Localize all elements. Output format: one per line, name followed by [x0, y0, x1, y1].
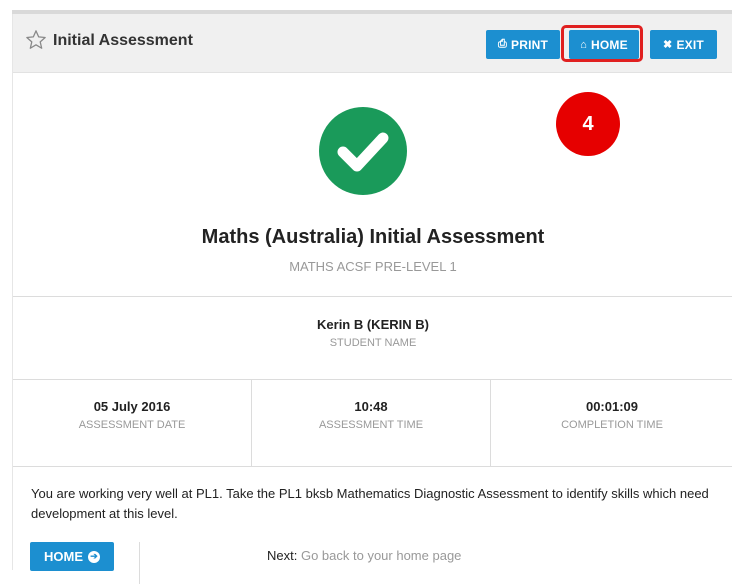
star-icon[interactable]	[25, 29, 47, 51]
page-title: Initial Assessment	[53, 32, 193, 49]
exit-button[interactable]: ✖ EXIT	[650, 30, 717, 59]
arrow-circle-right-icon: ➔	[88, 550, 100, 563]
printer-icon: ⎙	[498, 38, 507, 50]
completion-time-label: COMPLETION TIME	[561, 419, 663, 431]
assessment-time-value: 10:48	[354, 399, 388, 414]
student-name: Kerin B (KERIN B)	[317, 317, 429, 332]
assessment-date-cell: 05 July 2016 ASSESSMENT DATE	[13, 379, 251, 467]
next-description: Go back to your home page	[300, 548, 462, 563]
next-label: Next:	[267, 548, 298, 563]
assessment-date-label: ASSESSMENT DATE	[78, 419, 186, 431]
step-number-badge: 4	[556, 92, 620, 156]
footer-home-button[interactable]: HOME ➔	[30, 542, 114, 571]
print-button-label: PRINT	[511, 37, 548, 52]
exit-button-label: EXIT	[676, 37, 704, 52]
footer-separator	[139, 542, 140, 584]
completion-time-value: 00:01:09	[585, 399, 639, 414]
student-name-label: STUDENT NAME	[329, 337, 417, 349]
assessment-time-cell: 10:48 ASSESSMENT TIME	[252, 379, 490, 467]
assessment-result-panel: Initial Assessment ⎙ PRINT ⌂ HOME ✖ EXIT…	[12, 14, 732, 584]
success-check-icon	[319, 107, 407, 195]
completion-time-cell: 00:01:09 COMPLETION TIME	[491, 379, 732, 467]
panel-header: Initial Assessment ⎙ PRINT ⌂ HOME ✖ EXIT	[13, 14, 732, 73]
assessment-subtitle: MATHS ACSF PRE-LEVEL 1	[289, 259, 457, 274]
assessment-time-label: ASSESSMENT TIME	[318, 419, 424, 431]
close-icon: ✖	[663, 39, 673, 51]
next-step-hint: Next: Go back to your home page	[267, 548, 461, 563]
home-button-highlight	[561, 25, 643, 62]
assessment-date-value: 05 July 2016	[93, 399, 171, 414]
assessment-title: Maths (Australia) Initial Assessment	[201, 226, 545, 248]
divider	[13, 466, 732, 467]
print-button[interactable]: ⎙ PRINT	[486, 30, 560, 59]
footer-home-label: HOME	[44, 549, 83, 564]
result-message: You are working very well at PL1. Take t…	[31, 486, 709, 521]
divider	[13, 296, 732, 297]
